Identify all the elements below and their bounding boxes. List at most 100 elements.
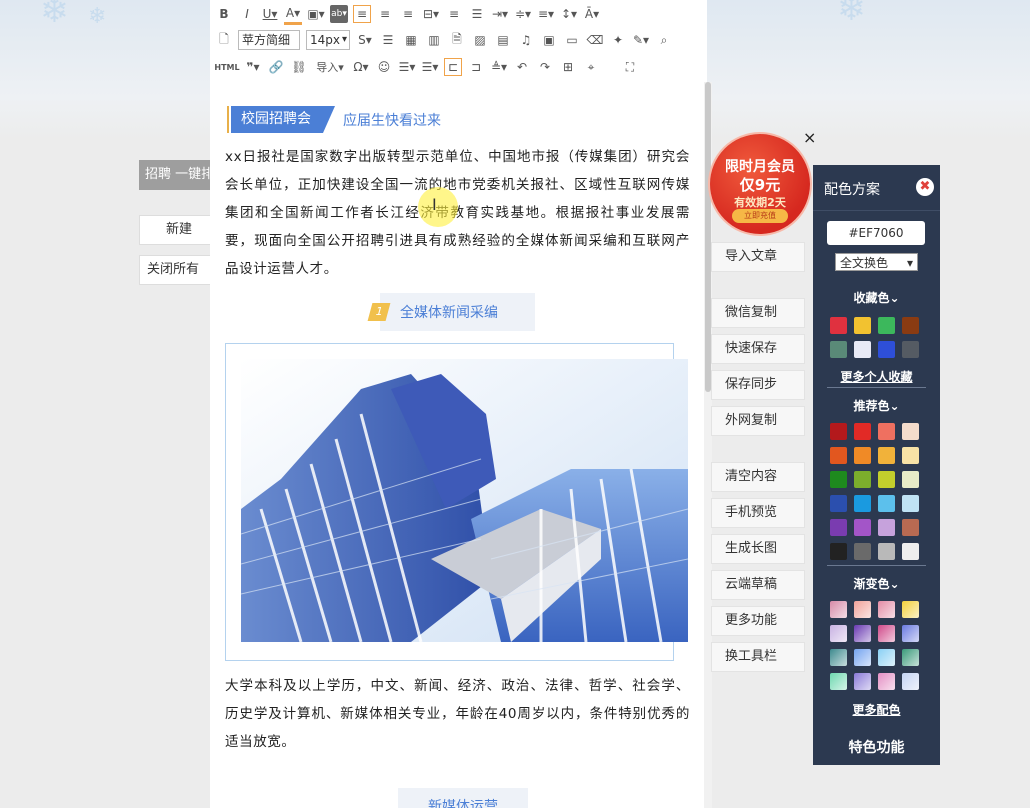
align-left-button[interactable]: ≡ <box>353 5 371 23</box>
paragraph-spacing-button[interactable]: ≡▾ <box>537 5 555 23</box>
more-favorites-link[interactable]: 更多个人收藏 <box>813 368 940 385</box>
color-swatch[interactable] <box>854 625 871 642</box>
recommended-label[interactable]: 推荐色⌄ <box>813 397 940 414</box>
color-swatch[interactable] <box>878 423 895 440</box>
color-swatch[interactable] <box>902 601 919 618</box>
float-left-button[interactable]: ⊏ <box>444 58 462 76</box>
color-swatch[interactable] <box>854 601 871 618</box>
panel-close-icon[interactable]: ✖ <box>916 178 934 196</box>
indent-button[interactable]: ⇥▾ <box>491 5 509 23</box>
emoji-icon[interactable]: ☺ <box>375 58 393 76</box>
color-swatch[interactable] <box>830 543 847 560</box>
color-swatch[interactable] <box>830 625 847 642</box>
color-swatch[interactable] <box>854 317 871 334</box>
table-button[interactable]: ▦ <box>402 31 420 49</box>
side-button[interactable]: 更多功能 <box>711 606 805 636</box>
more-colors-link[interactable]: 更多配色 <box>813 701 940 718</box>
color-swatch[interactable] <box>830 423 847 440</box>
color-mode-select[interactable]: 全文换色 ▾ <box>835 253 918 271</box>
close-all-button[interactable]: 关闭所有 <box>139 255 219 285</box>
color-swatch[interactable] <box>902 543 919 560</box>
side-button[interactable]: 保存同步 <box>711 370 805 400</box>
color-swatch[interactable] <box>878 447 895 464</box>
color-swatch[interactable] <box>854 341 871 358</box>
clear-format-button[interactable]: Ā▾ <box>583 5 601 23</box>
color-swatch[interactable] <box>902 471 919 488</box>
hex-color-input[interactable]: #EF7060 <box>827 221 925 245</box>
special-char-button[interactable]: Ω▾ <box>352 58 370 76</box>
article-paragraph-intro[interactable]: xx日报社是国家数字出版转型示范单位、中国地市报（传媒集团）研究会会长单位，正加… <box>225 143 690 283</box>
color-swatch[interactable] <box>830 341 847 358</box>
color-swatch[interactable] <box>830 447 847 464</box>
border-button[interactable]: ⊟▾ <box>422 5 440 23</box>
promo-recharge-button[interactable]: 立即充值 <box>732 209 788 223</box>
color-swatch[interactable] <box>830 601 847 618</box>
grid-icon[interactable]: ⊞ <box>559 58 577 76</box>
side-button[interactable]: 换工具栏 <box>711 642 805 672</box>
color-swatch[interactable] <box>878 341 895 358</box>
number-list-button[interactable]: ☰▾ <box>421 58 439 76</box>
color-swatch[interactable] <box>878 471 895 488</box>
color-swatch[interactable] <box>902 625 919 642</box>
fullscreen-icon[interactable]: ⛶ <box>621 58 639 76</box>
video-button[interactable]: ▣ <box>540 31 558 49</box>
redo-icon[interactable]: ↷ <box>536 58 554 76</box>
gradient-label[interactable]: 渐变色⌄ <box>813 575 940 592</box>
map-pin-icon[interactable]: ⌖ <box>582 58 600 76</box>
color-swatch[interactable] <box>854 673 871 690</box>
side-button[interactable]: 清空内容 <box>711 462 805 492</box>
color-swatch[interactable] <box>878 519 895 536</box>
color-swatch[interactable] <box>854 495 871 512</box>
color-swatch[interactable] <box>854 447 871 464</box>
music-button[interactable]: ♫ <box>517 31 535 49</box>
color-swatch[interactable] <box>878 673 895 690</box>
italic-button[interactable]: I <box>238 5 256 23</box>
list-button[interactable]: ☰ <box>379 31 397 49</box>
color-swatch[interactable] <box>878 317 895 334</box>
letter-spacing-button[interactable]: ↕▾ <box>560 5 578 23</box>
font-size-select[interactable]: 14px ▾ <box>306 30 350 50</box>
color-swatch[interactable] <box>830 317 847 334</box>
background-color-button[interactable]: ▣▾ <box>307 5 325 23</box>
color-swatch[interactable] <box>830 519 847 536</box>
color-swatch[interactable] <box>878 625 895 642</box>
link-button[interactable]: 🔗 <box>267 58 285 76</box>
building-image[interactable] <box>241 359 688 642</box>
color-swatch[interactable] <box>902 519 919 536</box>
file-button[interactable]: 🗎 <box>448 31 466 49</box>
align-right-button[interactable]: ≡ <box>399 5 417 23</box>
quote-button[interactable]: ❞▾ <box>244 58 262 76</box>
gallery-button[interactable]: ▤ <box>494 31 512 49</box>
side-button[interactable]: 手机预览 <box>711 498 805 528</box>
color-swatch[interactable] <box>854 649 871 666</box>
new-button[interactable]: 新建 <box>139 215 219 245</box>
new-document-icon[interactable]: 🗋 <box>215 31 233 49</box>
vertical-align-button[interactable]: ≜▾ <box>490 58 508 76</box>
color-swatch[interactable] <box>854 519 871 536</box>
favorites-label[interactable]: 收藏色⌄ <box>813 289 940 306</box>
layout-button[interactable]: ▭ <box>563 31 581 49</box>
color-swatch[interactable] <box>878 649 895 666</box>
magic-wand-icon[interactable]: ✎▾ <box>632 31 650 49</box>
color-swatch[interactable] <box>902 423 919 440</box>
brush-button[interactable]: ✦ <box>609 31 627 49</box>
color-swatch[interactable] <box>902 447 919 464</box>
color-swatch[interactable] <box>854 543 871 560</box>
color-swatch[interactable] <box>878 601 895 618</box>
color-swatch[interactable] <box>830 649 847 666</box>
color-swatch[interactable] <box>902 649 919 666</box>
ordered-list-button[interactable]: ☰ <box>468 5 486 23</box>
side-button[interactable]: 快速保存 <box>711 334 805 364</box>
vip-promo-badge[interactable]: 限时月会员 仅9元 有效期2天 立即充值 <box>710 134 810 234</box>
font-family-select[interactable]: 苹方简细 <box>238 30 300 50</box>
article-paragraph-requirements[interactable]: 大学本科及以上学历，中文、新闻、经济、政治、法律、哲学、社会学、历史学及计算机、… <box>225 672 690 756</box>
color-swatch[interactable] <box>854 423 871 440</box>
align-center-button[interactable]: ≡ <box>376 5 394 23</box>
color-swatch[interactable] <box>878 495 895 512</box>
side-button[interactable]: 微信复制 <box>711 298 805 328</box>
bold-button[interactable]: B <box>215 5 233 23</box>
template-button[interactable]: ▥ <box>425 31 443 49</box>
color-swatch[interactable] <box>830 673 847 690</box>
color-swatch[interactable] <box>878 543 895 560</box>
side-button[interactable]: 导入文章 <box>711 242 805 272</box>
